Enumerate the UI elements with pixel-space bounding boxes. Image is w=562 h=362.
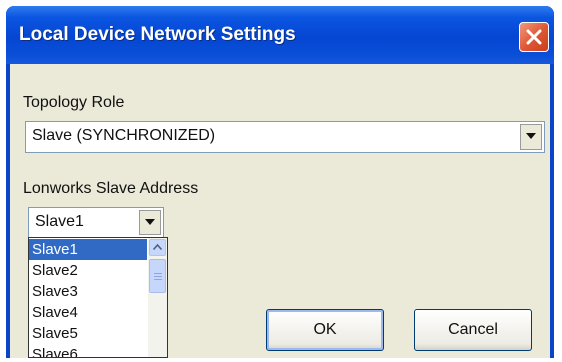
topology-role-value: Slave (SYNCHRONIZED) xyxy=(32,127,216,144)
list-item[interactable]: Slave5 xyxy=(29,323,147,344)
close-icon xyxy=(526,29,542,45)
topology-role-select[interactable]: Slave (SYNCHRONIZED) xyxy=(25,121,545,153)
thumb-grip-line xyxy=(154,276,162,277)
slave-address-options-list[interactable]: Slave1 Slave2 Slave3 Slave4 Slave5 Slave… xyxy=(28,237,168,358)
list-item[interactable]: Slave6 xyxy=(29,344,147,357)
list-scrollbar[interactable] xyxy=(148,238,167,357)
cancel-button[interactable]: Cancel xyxy=(414,309,532,351)
slave-address-dropdown-button[interactable] xyxy=(139,210,161,235)
list-item[interactable]: Slave2 xyxy=(29,260,147,281)
scroll-thumb[interactable] xyxy=(149,259,166,293)
slave-address-label: Lonworks Slave Address xyxy=(23,180,199,197)
thumb-grip-line xyxy=(154,273,162,274)
chevron-down-icon xyxy=(526,133,536,139)
slave-address-value: Slave1 xyxy=(35,213,84,230)
window-title: Local Device Network Settings xyxy=(19,24,296,45)
title-bar[interactable]: Local Device Network Settings xyxy=(6,6,554,64)
list-item[interactable]: Slave1 xyxy=(29,239,147,260)
dialog-body: Topology Role Slave (SYNCHRONIZED) Lonwo… xyxy=(10,64,550,358)
topology-role-dropdown-button[interactable] xyxy=(520,124,542,150)
list-item[interactable]: Slave3 xyxy=(29,281,147,302)
topology-role-label: Topology Role xyxy=(23,94,125,111)
scroll-up-button[interactable] xyxy=(149,239,166,256)
thumb-grip-line xyxy=(154,279,162,280)
chevron-up-icon xyxy=(153,244,162,250)
dialog-window: Local Device Network Settings Topology R… xyxy=(6,6,554,358)
ok-button[interactable]: OK xyxy=(266,309,384,351)
slave-address-select[interactable]: Slave1 xyxy=(28,207,164,238)
close-button[interactable] xyxy=(519,22,549,52)
list-item[interactable]: Slave4 xyxy=(29,302,147,323)
chevron-down-icon xyxy=(145,219,155,225)
